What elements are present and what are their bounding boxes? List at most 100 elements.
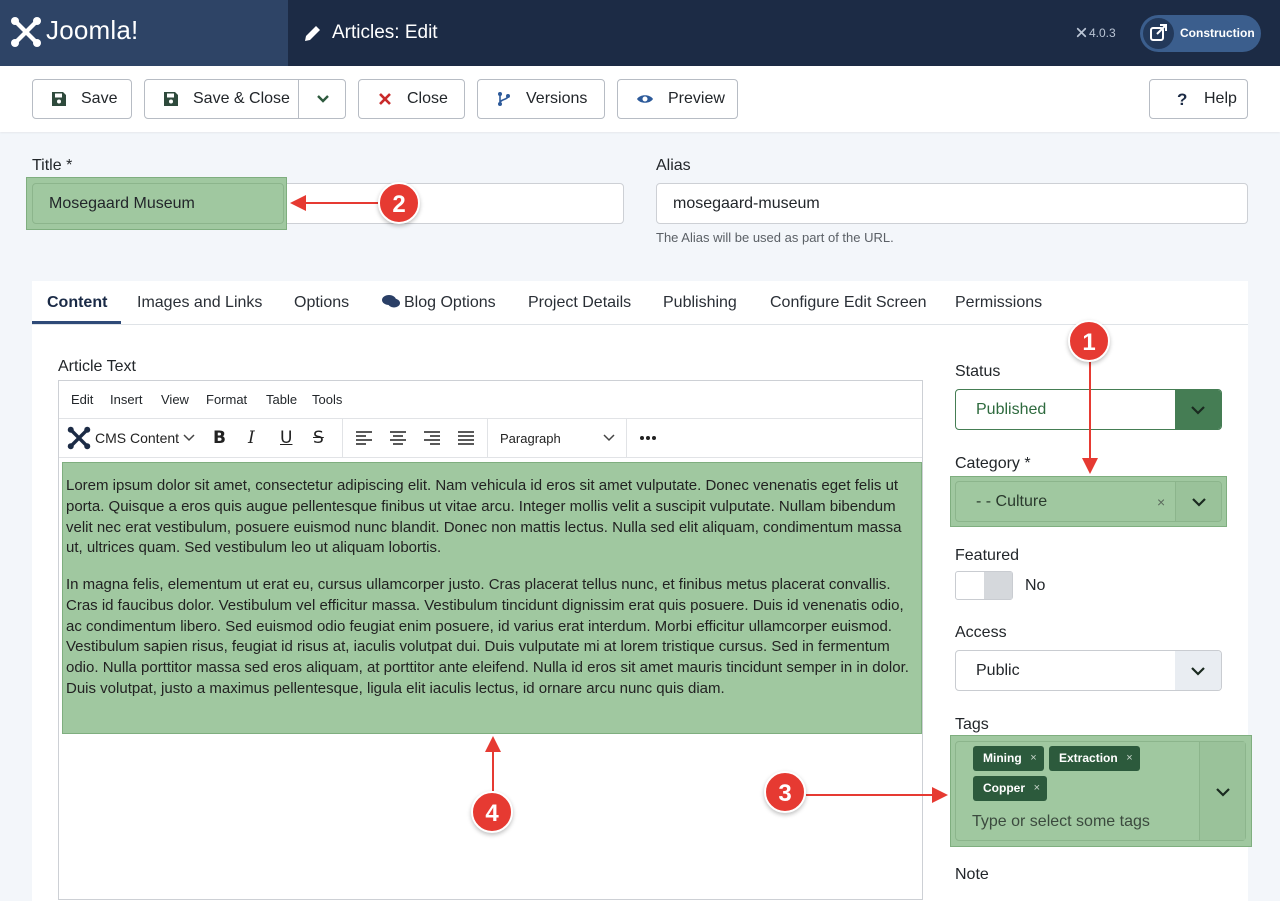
bold-icon[interactable]: B — [213, 428, 226, 448]
menu-insert[interactable]: Insert — [110, 392, 143, 407]
strikethrough-icon[interactable]: S — [313, 428, 324, 448]
joomla-logo-icon — [11, 17, 41, 47]
title-input-value[interactable]: Mosegaard Museum — [32, 183, 284, 224]
preview-button[interactable]: Preview — [617, 79, 738, 119]
article-paragraph-2: In magna felis, elementum ut erat eu, cu… — [66, 576, 909, 697]
callout-badge-1: 1 — [1068, 320, 1110, 362]
alias-input[interactable]: mosegaard-museum — [656, 183, 1248, 224]
clear-icon[interactable]: × — [1157, 483, 1165, 522]
menu-tools[interactable]: Tools — [312, 392, 342, 407]
tab-project-details[interactable]: Project Details — [528, 294, 631, 312]
alias-hint: The Alias will be used as part of the UR… — [656, 230, 894, 245]
chevron-down-icon — [603, 434, 615, 442]
status-select[interactable]: Published — [955, 389, 1222, 430]
close-icon — [377, 91, 393, 107]
tab-permissions[interactable]: Permissions — [955, 294, 1042, 312]
category-select[interactable]: - - Culture × — [955, 481, 1222, 522]
toolbar: Save Save & Close Close Versions Preview… — [0, 66, 1280, 132]
tab-blog-options[interactable]: Blog Options — [382, 294, 496, 312]
tag-chip[interactable]: Extraction × — [1049, 746, 1140, 771]
callout-badge-2: 2 — [378, 182, 420, 224]
chevron-down-icon — [1191, 406, 1205, 415]
chevron-down-icon — [1216, 788, 1230, 797]
block-format-dropdown[interactable]: Paragraph — [500, 427, 626, 451]
align-justify-icon[interactable] — [457, 430, 475, 446]
versions-button[interactable]: Versions — [477, 79, 605, 119]
chevron-down-icon — [183, 434, 195, 442]
chevron-down-icon[interactable] — [316, 92, 330, 106]
tag-label: Extraction — [1059, 751, 1118, 765]
pencil-icon — [305, 26, 320, 41]
logo-text: Joomla! — [46, 15, 139, 45]
site-name: Construction — [1180, 26, 1255, 40]
versions-label: Versions — [526, 90, 588, 107]
save-label: Save — [81, 90, 118, 107]
external-link-icon — [1143, 18, 1174, 49]
more-options-icon[interactable] — [639, 435, 657, 441]
status-value: Published — [976, 401, 1047, 418]
access-chevron — [1175, 651, 1221, 690]
help-button[interactable]: ? Help — [1149, 79, 1248, 119]
align-right-icon[interactable] — [423, 430, 441, 446]
remove-tag-icon[interactable]: × — [1034, 776, 1040, 801]
tags-search-input[interactable]: Type or select some tags — [972, 813, 1150, 831]
remove-tag-icon[interactable]: × — [1030, 746, 1036, 771]
tab-options[interactable]: Options — [294, 294, 349, 312]
cms-content-dropdown[interactable]: CMS Content — [67, 426, 195, 450]
tab-configure-edit-screen[interactable]: Configure Edit Screen — [770, 294, 927, 312]
save-icon — [163, 91, 179, 107]
save-button[interactable]: Save — [32, 79, 132, 119]
tab-publishing[interactable]: Publishing — [663, 294, 737, 312]
callout-badge-4: 4 — [471, 791, 513, 833]
tags-chevron[interactable] — [1199, 742, 1245, 840]
menu-edit[interactable]: Edit — [71, 392, 93, 407]
align-left-icon[interactable] — [355, 430, 373, 446]
article-text-label: Article Text — [58, 358, 136, 375]
question-icon: ? — [1174, 90, 1190, 109]
italic-icon[interactable]: I — [248, 428, 255, 448]
featured-switch[interactable] — [955, 571, 1013, 600]
toolbar-divider — [342, 419, 343, 457]
save-close-button-group[interactable]: Save & Close — [144, 79, 346, 119]
menu-format[interactable]: Format — [206, 392, 247, 407]
svg-text:?: ? — [1177, 91, 1187, 107]
button-divider — [298, 80, 299, 118]
access-select[interactable]: Public — [955, 650, 1222, 691]
logo-area[interactable]: Joomla! — [0, 0, 288, 66]
featured-label: Featured — [955, 547, 1020, 564]
help-label: Help — [1204, 90, 1237, 107]
comments-icon — [382, 295, 400, 308]
status-label: Status — [955, 363, 1001, 380]
access-label: Access — [955, 624, 1007, 641]
chevron-down-icon — [1192, 498, 1206, 507]
remove-tag-icon[interactable]: × — [1126, 746, 1132, 771]
menu-view[interactable]: View — [161, 392, 189, 407]
menu-table[interactable]: Table — [266, 392, 297, 407]
underline-icon[interactable]: U — [280, 428, 292, 448]
category-label: Category * — [955, 455, 1031, 472]
tab-blog-options-label: Blog Options — [404, 294, 496, 311]
tab-content[interactable]: Content — [47, 294, 107, 312]
chevron-down-icon — [1191, 667, 1205, 676]
tab-images-and-links[interactable]: Images and Links — [137, 294, 262, 312]
joomla-small-icon — [1076, 27, 1087, 38]
save-icon — [51, 91, 67, 107]
tag-chip[interactable]: Copper × — [973, 776, 1047, 801]
editor-format-toolbar: CMS Content B I U S Paragraph — [59, 419, 922, 458]
joomla-logo-icon — [67, 426, 91, 450]
align-center-icon[interactable] — [389, 430, 407, 446]
preview-label: Preview — [668, 90, 725, 107]
page-title: Articles: Edit — [332, 22, 438, 43]
save-close-label: Save & Close — [193, 90, 290, 107]
site-link-button[interactable]: Construction — [1140, 15, 1261, 52]
toolbar-divider — [487, 419, 488, 457]
status-chevron — [1175, 390, 1221, 429]
tab-bar: Content Images and Links Options Blog Op… — [32, 281, 1248, 325]
toolbar-divider — [626, 419, 627, 457]
branch-icon — [496, 91, 512, 107]
access-value: Public — [976, 662, 1020, 679]
tag-chip[interactable]: Mining × — [973, 746, 1044, 771]
tag-label: Copper — [983, 781, 1025, 795]
close-button[interactable]: Close — [358, 79, 465, 119]
editor-menubar: Edit Insert View Format Table Tools — [59, 381, 922, 419]
